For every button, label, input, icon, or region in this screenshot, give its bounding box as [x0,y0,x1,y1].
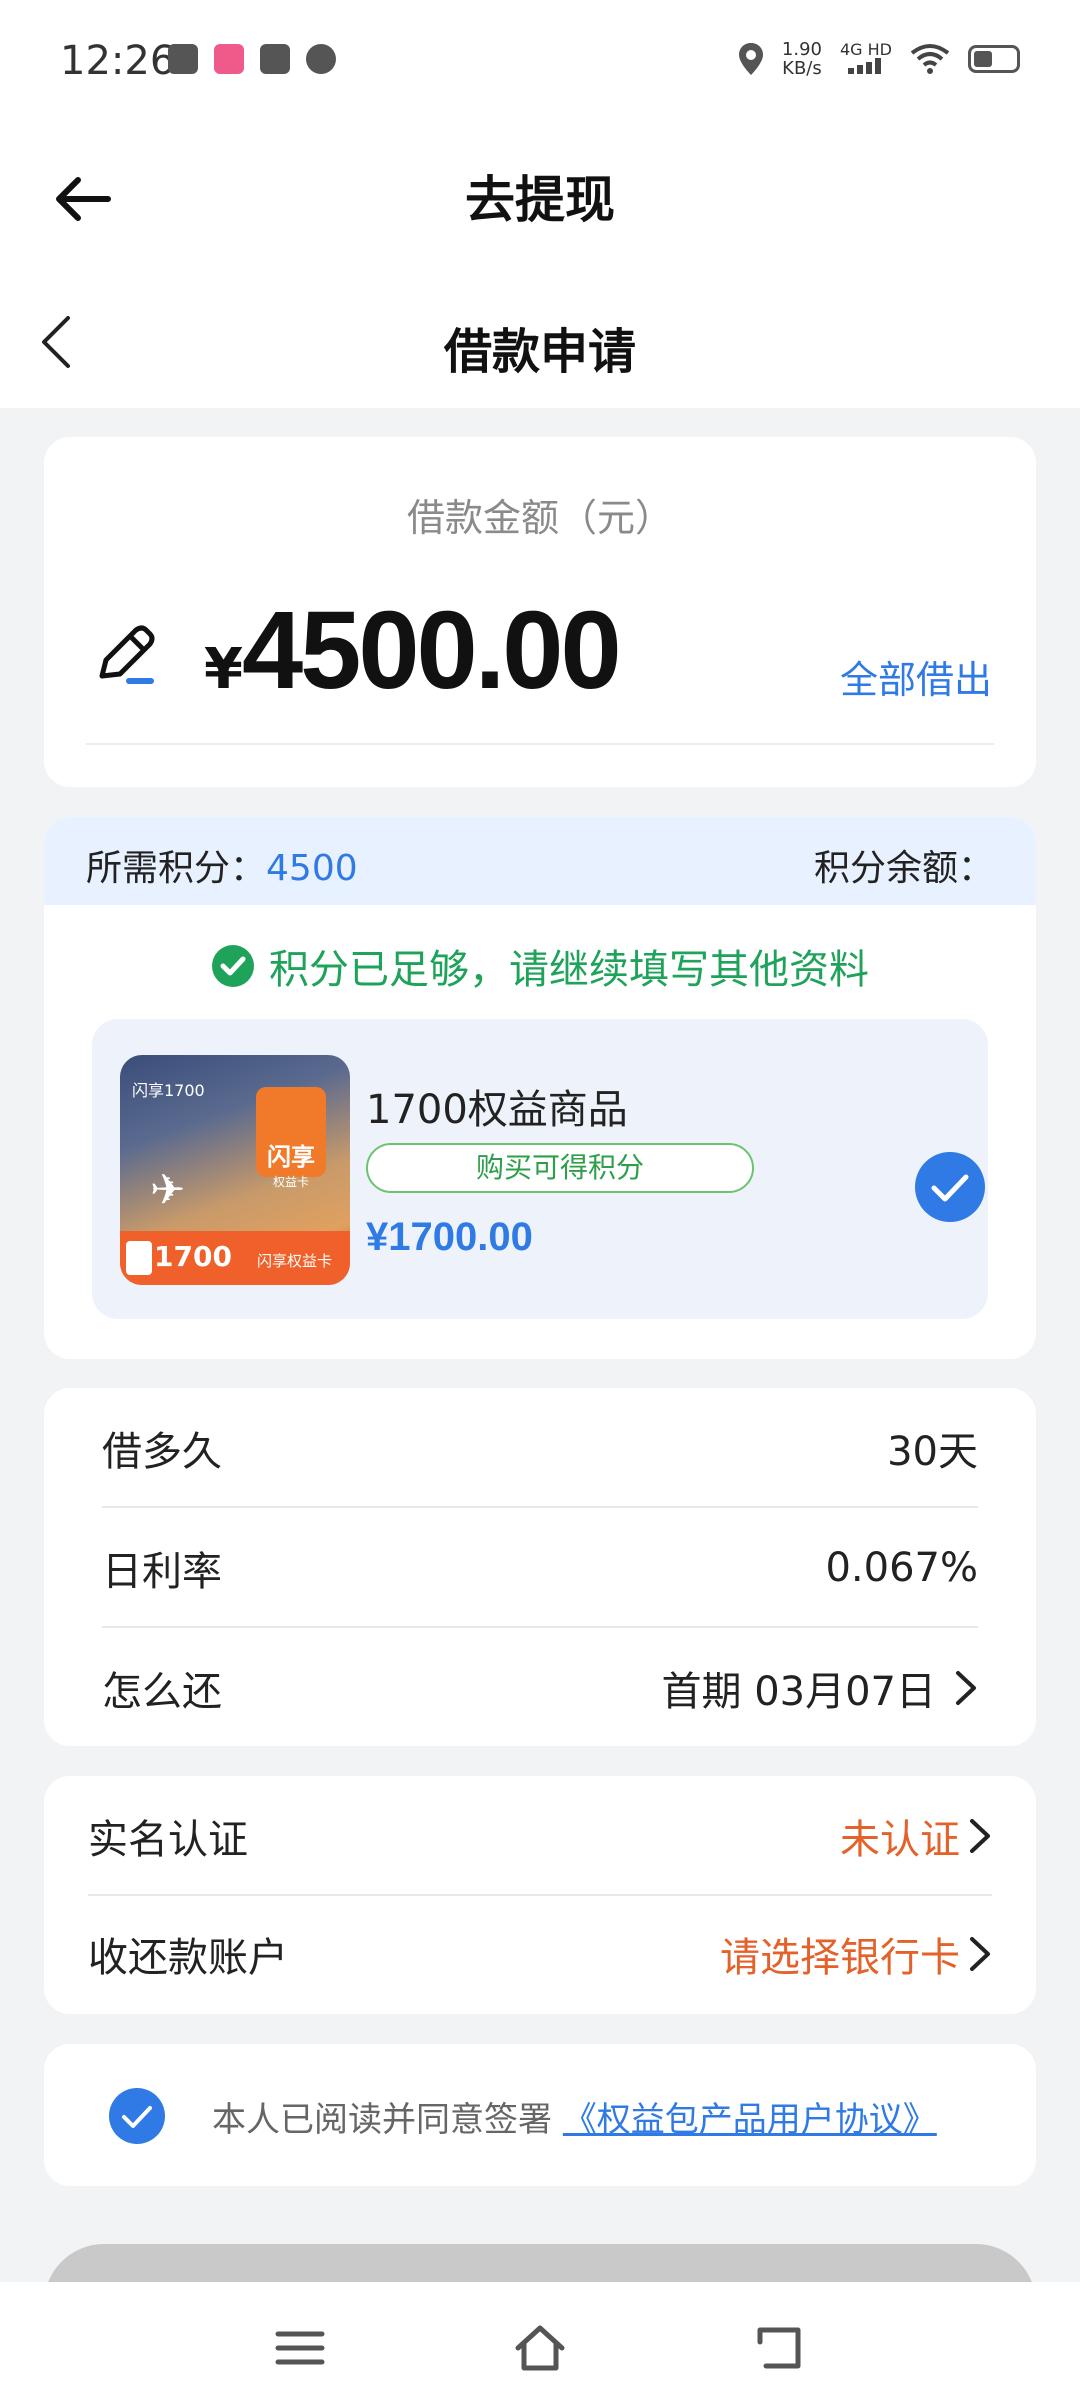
battery-icon [968,45,1020,73]
network-label: 4G HD [839,40,892,59]
amount-label: 借款金额（元） [406,496,673,540]
term-row-duration[interactable]: 借多久 30天 [102,1388,978,1508]
page-title: 去提现 [465,171,615,229]
sub-page-title: 借款申请 [443,324,636,380]
primary-header: 去提现 [0,120,1080,270]
plane-icon: ✈ [150,1165,186,1214]
inbox-icon [260,44,290,74]
product-image-strip-tag [126,1241,152,1275]
agreement-checkbox-icon[interactable] [108,2087,166,2145]
points-required-label: 所需积分： [86,848,267,889]
sync-icon [306,44,336,74]
currency-symbol: ¥ [204,637,243,702]
notification-icons [168,44,336,74]
check-circle-icon [212,945,254,987]
verify-value: 请选择银行卡 [720,1935,960,1981]
product-image-badge: 闪享 [256,1087,326,1177]
product-image: 闪享1700 闪享 权益卡 ✈ 1700 闪享权益卡 [120,1055,350,1285]
borrow-all-button[interactable]: 全部借出 [840,649,992,704]
loan-terms-card: 借多久 30天 日利率 0.067% 怎么还 首期 03月07日 [44,1388,1036,1746]
speed-unit: KB/s [782,58,822,79]
agreement-prefix: 本人已阅读并同意签署 [212,2100,563,2140]
amount-input[interactable]: 4500.00 [242,587,622,714]
agreement-link[interactable]: 《权益包产品用户协议》 [563,2100,937,2140]
term-label: 借多久 [102,1429,222,1475]
status-time: 12:26 [60,38,176,84]
term-value: 30天 [887,1429,978,1475]
app-notification-icon [214,44,244,74]
points-required: 所需积分：4500 [86,839,358,891]
product-item[interactable]: 闪享1700 闪享 权益卡 ✈ 1700 闪享权益卡 1700权益商品 购买可得… [92,1019,988,1319]
term-value: 0.067% [825,1545,978,1591]
amount-card: 借款金额（元） ¥ 4500.00 全部借出 [44,437,1036,787]
term-value-wrap: 首期 03月07日 [661,1659,978,1717]
term-label: 怎么还 [102,1669,222,1715]
signal-icon [847,58,881,74]
status-bar: 12:26 1.90 KB/s 4G HD [0,0,1080,120]
product-price: ¥1700.00 [366,1215,533,1259]
bank-account-row[interactable]: 收还款账户 请选择银行卡 [88,1894,992,2014]
chevron-right-icon [970,1937,990,1971]
product-check-icon[interactable] [914,1151,986,1223]
speed-value: 1.90 [781,39,822,60]
points-header: 所需积分：4500 积分余额： [44,817,1036,905]
system-nav-bar [0,2282,1080,2408]
term-label: 日利率 [102,1549,222,1595]
product-image-badge-sub: 权益卡 [272,1175,309,1189]
points-status-text: 积分已足够，请继续填写其他资料 [269,947,869,993]
points-balance-label: 积分余额： [813,848,994,889]
wifi-icon [910,44,950,74]
wechat-icon [168,44,198,74]
chevron-right-icon [970,1819,990,1853]
product-image-strip-text: 闪享权益卡 [256,1252,332,1270]
chevron-right-icon [956,1671,976,1705]
real-name-row[interactable]: 实名认证 未认证 [88,1776,992,1896]
points-required-value: 4500 [266,848,358,889]
status-right: 1.90 KB/s 4G HD [738,40,1020,78]
points-status: 积分已足够，请继续填写其他资料 [44,937,1036,995]
product-image-tag: 闪享1700 [132,1081,205,1100]
home-icon[interactable] [512,2320,568,2376]
verify-value-wrap: 未认证 [840,1807,992,1865]
network-speed: 1.90 KB/s [782,40,822,78]
network-type: 4G HD [840,41,892,77]
divider [86,743,994,745]
menu-icon[interactable] [272,2320,328,2376]
product-image-strip-number: 1700 [154,1240,232,1273]
product-pill: 购买可得积分 [366,1143,754,1193]
verify-value: 未认证 [840,1817,960,1863]
agreement-card: 本人已阅读并同意签署 《权益包产品用户协议》 [44,2044,1036,2186]
product-name: 1700权益商品 [366,1087,628,1133]
verify-value-wrap: 请选择银行卡 [720,1925,992,1983]
term-row-rate: 日利率 0.067% [102,1508,978,1628]
term-row-repayment[interactable]: 怎么还 首期 03月07日 [102,1628,978,1748]
term-value: 首期 03月07日 [661,1669,936,1715]
agreement-text: 本人已阅读并同意签署 《权益包产品用户协议》 [212,2092,937,2141]
secondary-header: 借款申请 [0,270,1080,408]
verification-card: 实名认证 未认证 收还款账户 请选择银行卡 [44,1776,1036,2014]
verify-label: 收还款账户 [88,1935,288,1981]
location-icon [738,43,763,75]
verify-label: 实名认证 [88,1817,248,1863]
points-card: 所需积分：4500 积分余额： 积分已足够，请继续填写其他资料 闪享1700 闪… [44,817,1036,1359]
pen-icon [99,625,155,684]
back-icon[interactable] [752,2320,808,2376]
